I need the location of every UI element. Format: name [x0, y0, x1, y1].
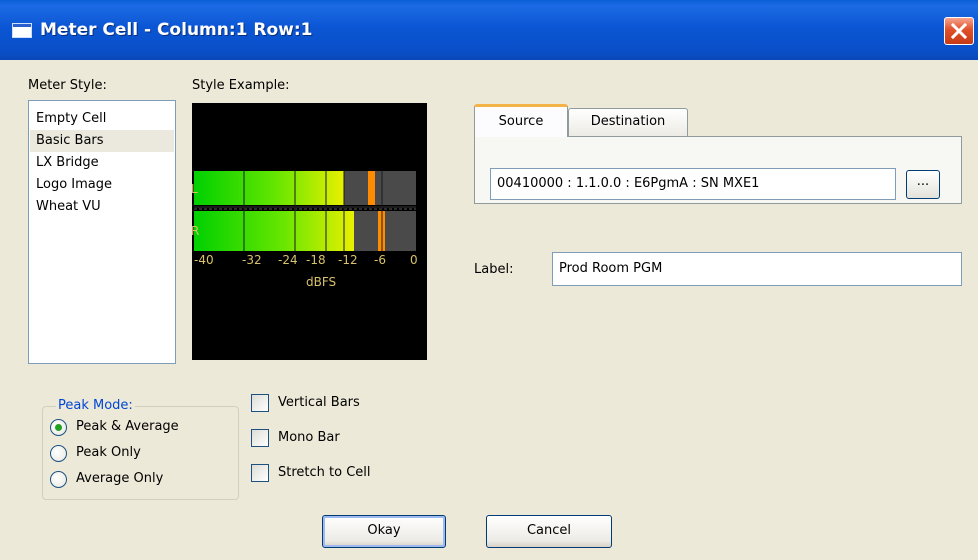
tab-destination[interactable]: Destination: [568, 108, 688, 136]
window-icon: [12, 23, 32, 38]
mono-bar-checkbox[interactable]: [251, 429, 269, 447]
scale-label: -18: [306, 253, 326, 267]
checkbox-label[interactable]: Vertical Bars: [278, 395, 360, 410]
label-field[interactable]: Prod Room PGM: [552, 252, 962, 286]
scale-label: -40: [194, 253, 214, 267]
radio-peak-only[interactable]: [50, 445, 67, 462]
channel-label-left: L: [192, 182, 198, 196]
meter-style-label: Meter Style:: [28, 78, 107, 93]
checkbox-label[interactable]: Stretch to Cell: [278, 465, 371, 480]
peak-mode-title: Peak Mode:: [56, 398, 135, 413]
meter-bar-left: [194, 171, 344, 205]
list-item[interactable]: LX Bridge: [30, 152, 174, 174]
meter-cell-dialog: Meter Cell - Column:1 Row:1 Meter Style:…: [0, 0, 978, 560]
close-button[interactable]: [944, 17, 974, 45]
peak-marker-left: [368, 171, 375, 205]
scale-label: -24: [278, 253, 298, 267]
radio-label[interactable]: Average Only: [76, 471, 163, 486]
meter-bar-right: [194, 211, 354, 251]
meter-graphic: L R -40 -32 -24 -18 -12 -6 0 dBFS: [191, 171, 418, 289]
style-example-preview: L R -40 -32 -24 -18 -12 -6 0 dBFS: [191, 103, 427, 360]
okay-button[interactable]: Okay: [322, 515, 446, 548]
label-field-label: Label:: [474, 262, 514, 277]
scale-label: -12: [338, 253, 358, 267]
radio-average-only[interactable]: [50, 471, 67, 488]
window-title: Meter Cell - Column:1 Row:1: [40, 20, 313, 40]
cancel-button[interactable]: Cancel: [486, 515, 612, 548]
source-field[interactable]: 00410000 : 1.1.0.0 : E6PgmA : SN MXE1: [490, 168, 896, 200]
radio-label[interactable]: Peak Only: [76, 445, 141, 460]
scale-label: 0: [410, 253, 418, 267]
scale-label: -32: [242, 253, 262, 267]
radio-peak-average[interactable]: [50, 419, 67, 436]
browse-source-button[interactable]: ...: [906, 170, 940, 199]
list-item[interactable]: Empty Cell: [30, 108, 174, 130]
list-item[interactable]: Basic Bars: [30, 130, 174, 152]
tab-source[interactable]: Source: [474, 104, 568, 137]
list-item[interactable]: Wheat VU: [30, 196, 174, 218]
close-icon: [950, 22, 968, 40]
title-bar[interactable]: Meter Cell - Column:1 Row:1: [0, 0, 978, 60]
channel-label-right: R: [192, 224, 199, 238]
radio-label[interactable]: Peak & Average: [76, 419, 179, 434]
meter-style-list[interactable]: Empty Cell Basic Bars LX Bridge Logo Ima…: [28, 100, 176, 364]
vertical-bars-checkbox[interactable]: [251, 394, 269, 412]
checkbox-label[interactable]: Mono Bar: [278, 430, 340, 445]
list-item[interactable]: Logo Image: [30, 174, 174, 196]
scale-label: -6: [374, 253, 386, 267]
scale-unit: dBFS: [306, 275, 336, 289]
stretch-to-cell-checkbox[interactable]: [251, 464, 269, 482]
style-example-label: Style Example:: [192, 78, 290, 93]
